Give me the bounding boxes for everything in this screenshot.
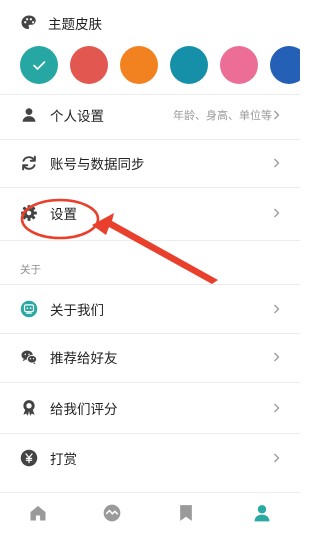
menu-item-label: 账号与数据同步 bbox=[50, 157, 145, 173]
theme-title: 主题皮肤 bbox=[48, 17, 102, 33]
swatch-blue-green[interactable] bbox=[170, 46, 208, 84]
bookmark-icon[interactable] bbox=[176, 503, 196, 523]
trend-icon[interactable] bbox=[102, 503, 122, 523]
section-label-about: 关于 bbox=[20, 264, 41, 276]
menu-item-rate-us[interactable]: 给我们评分 bbox=[0, 385, 300, 431]
chevron-right-icon bbox=[274, 158, 280, 168]
menu-item-settings[interactable]: 设置 bbox=[0, 190, 300, 236]
swatch-red[interactable] bbox=[70, 46, 108, 84]
sync-icon bbox=[22, 155, 36, 171]
divider bbox=[0, 284, 300, 285]
profile-icon[interactable] bbox=[252, 503, 272, 523]
home-icon[interactable] bbox=[28, 503, 48, 523]
divider bbox=[0, 433, 300, 434]
divider bbox=[0, 187, 300, 188]
swatch-orange[interactable] bbox=[120, 46, 158, 84]
rating-icon bbox=[23, 400, 35, 416]
check-icon bbox=[33, 61, 46, 70]
divider bbox=[0, 382, 300, 383]
menu-item-hint: 年龄、身高、单位等 bbox=[173, 109, 272, 122]
theme-header: 主题皮肤 bbox=[0, 0, 300, 46]
swatch-pink[interactable] bbox=[220, 46, 258, 84]
chevron-right-icon bbox=[274, 110, 280, 120]
menu-item-label: 关于我们 bbox=[50, 303, 104, 319]
menu-item-account-sync[interactable]: 账号与数据同步 bbox=[0, 140, 300, 186]
person-icon bbox=[22, 108, 36, 122]
menu-item-tip[interactable]: 打赏 bbox=[0, 435, 300, 481]
menu-item-label: 给我们评分 bbox=[50, 402, 118, 418]
menu-item-recommend[interactable]: 推荐给好友 bbox=[0, 334, 300, 380]
bottom-tab-bar bbox=[0, 492, 300, 534]
theme-swatch-row bbox=[20, 46, 300, 88]
chevron-right-icon bbox=[274, 403, 280, 413]
menu-item-personal-settings[interactable]: 个人设置 年龄、身高、单位等 bbox=[0, 92, 300, 138]
chevron-right-icon bbox=[274, 208, 280, 218]
chevron-right-icon bbox=[274, 453, 280, 463]
palette-icon bbox=[21, 15, 36, 29]
about-badge-icon bbox=[20, 300, 38, 318]
yen-icon bbox=[20, 449, 38, 467]
wechat-icon bbox=[21, 350, 38, 365]
chevron-right-icon bbox=[274, 352, 280, 362]
divider bbox=[0, 240, 300, 241]
swatch-teal[interactable] bbox=[20, 46, 58, 84]
gear-icon bbox=[21, 205, 37, 221]
menu-item-label: 个人设置 bbox=[50, 109, 104, 125]
chevron-right-icon bbox=[274, 304, 280, 314]
menu-item-label: 设置 bbox=[50, 207, 77, 223]
swatch-blue[interactable] bbox=[270, 46, 300, 84]
menu-item-label: 打赏 bbox=[50, 452, 77, 468]
menu-item-label: 推荐给好友 bbox=[50, 351, 118, 367]
menu-item-about-us[interactable]: 关于我们 bbox=[0, 286, 300, 332]
